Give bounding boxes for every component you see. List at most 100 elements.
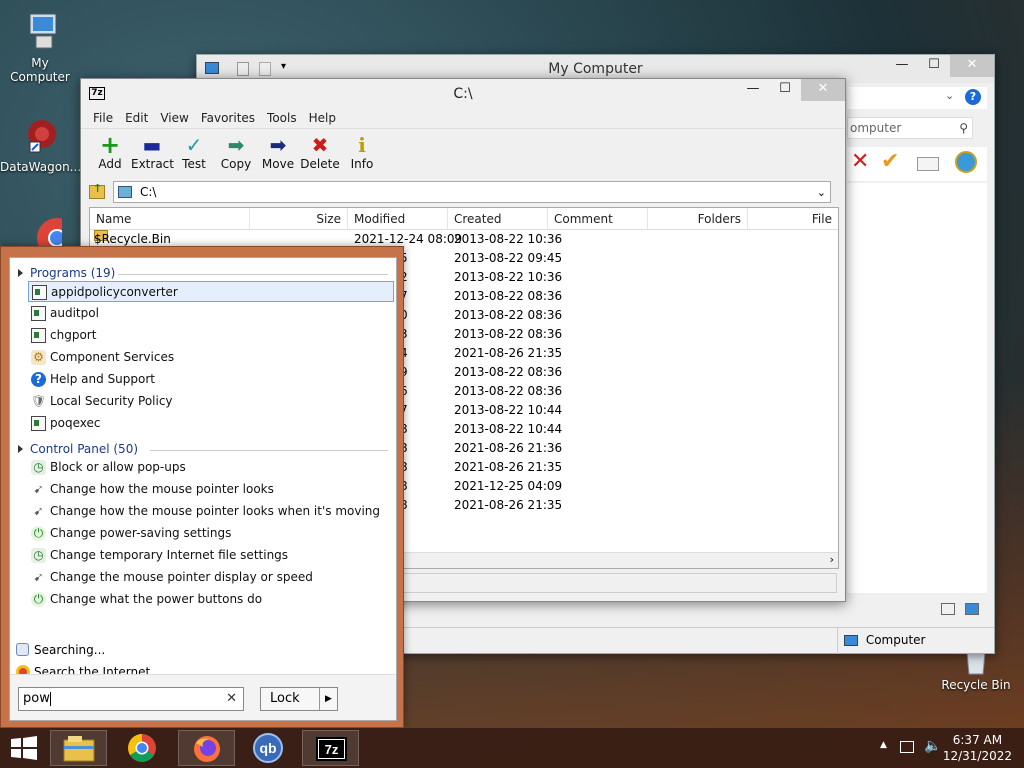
control-panel-result-item[interactable]: ➹ Change the mouse pointer display or spe… [28, 567, 394, 588]
control-panel-result-item[interactable]: ◷ Change temporary Internet file settings [28, 545, 394, 566]
desktop-icon-my-computer[interactable]: My Computer [0, 10, 80, 84]
created-cell: 2021-08-26 21:36 [454, 441, 563, 455]
computer-icon [844, 635, 858, 646]
result-label: appidpolicyconverter [51, 285, 178, 299]
menu-file[interactable]: File [87, 111, 119, 125]
desktop-icon-label: Recycle Bin [941, 678, 1011, 692]
globe-icon[interactable] [955, 151, 977, 173]
program-result-item[interactable]: poqexec [28, 413, 394, 434]
volume-icon[interactable]: 🔈 [924, 738, 941, 754]
status-label: Computer [865, 633, 926, 647]
clock-time: 6:37 AM [952, 733, 1003, 747]
delete-icon: ✖ [311, 133, 329, 157]
chevron-right-icon[interactable]: ▶ [319, 688, 337, 710]
column-name[interactable]: Name [90, 208, 250, 230]
control-panel-group-header[interactable]: Control Panel (50) [18, 442, 388, 456]
delete-icon[interactable]: ✕ [851, 149, 869, 174]
test-button[interactable]: ✓ Test [173, 133, 215, 171]
column-folders[interactable]: Folders [648, 208, 748, 230]
extract-button[interactable]: ▬ Extract [131, 133, 174, 171]
info-icon: i [358, 133, 366, 157]
search-results-panel: Programs (19) appidpolicyconverter auditp… [9, 257, 397, 721]
sevenzip-titlebar[interactable]: 7z C:\ — ☐ ✕ [81, 79, 845, 107]
searching-label: Searching... [34, 643, 106, 657]
menu-view[interactable]: View [154, 111, 194, 125]
control-panel-result-item[interactable]: ➹ Change how the mouse pointer looks [28, 479, 394, 500]
details-view-icon[interactable] [941, 603, 955, 615]
menu-favorites[interactable]: Favorites [195, 111, 261, 125]
column-comment[interactable]: Comment [548, 208, 648, 230]
test-icon: ✓ [185, 133, 203, 157]
chevron-right-icon[interactable]: › [830, 553, 834, 566]
chevron-down-icon[interactable]: ⌄ [817, 186, 826, 199]
taskbar-7zip[interactable]: 7z [302, 730, 359, 766]
programs-group-header[interactable]: Programs (19) [18, 266, 388, 280]
up-folder-icon[interactable]: ↑ [89, 182, 105, 199]
program-result-item[interactable]: ⚙ Component Services [28, 347, 394, 368]
search-input[interactable]: pow ✕ [18, 687, 244, 711]
info-label: Info [350, 157, 374, 171]
start-menu[interactable]: Programs (19) appidpolicyconverter auditp… [0, 246, 404, 728]
program-result-item[interactable]: appidpolicyconverter [28, 281, 394, 302]
column-size[interactable]: Size [250, 208, 348, 230]
control-panel-result-item[interactable]: ⏻ Change what the power buttons do [28, 589, 394, 610]
network-icon[interactable] [900, 741, 914, 753]
chrome-icon [128, 734, 156, 762]
search-icon[interactable]: ⚲ [959, 118, 968, 138]
taskbar-file-explorer[interactable] [50, 730, 107, 766]
column-created[interactable]: Created [448, 208, 548, 230]
control-panel-result-item[interactable]: ◷ Block or allow pop-ups [28, 457, 394, 478]
maximize-button[interactable]: ☐ [918, 55, 950, 77]
minimize-button[interactable]: — [886, 55, 918, 77]
column-modified[interactable]: Modified [348, 208, 448, 230]
created-cell: 2013-08-22 08:36 [454, 327, 563, 341]
address-bar: ↑ C:\ ⌄ [81, 179, 845, 205]
info-button[interactable]: i Info [341, 133, 383, 171]
taskbar-chrome[interactable] [114, 730, 171, 766]
minimize-button[interactable]: — [737, 79, 769, 101]
move-button[interactable]: ➡ Move [257, 133, 299, 171]
add-button[interactable]: + Add [89, 133, 131, 171]
program-result-item[interactable]: ? Help and Support [28, 369, 394, 390]
created-cell: 2013-08-22 10:44 [454, 403, 563, 417]
checkmark-icon[interactable]: ✔ [881, 149, 899, 174]
clear-search-icon[interactable]: ✕ [226, 688, 237, 710]
menu-tools[interactable]: Tools [261, 111, 303, 125]
taskbar-qbittorrent[interactable]: qb [240, 730, 297, 766]
address-input[interactable]: C:\ ⌄ [113, 181, 831, 203]
control-panel-result-item[interactable]: ➹ Change how the mouse pointer looks when… [28, 501, 394, 522]
show-hidden-icons-icon[interactable]: ▲ [880, 740, 887, 750]
file-explorer-icon [63, 736, 95, 762]
column-files[interactable]: File [748, 208, 838, 230]
delete-button[interactable]: ✖ Delete [299, 133, 341, 171]
created-cell: 2013-08-22 08:36 [454, 308, 563, 322]
explorer-content[interactable] [847, 183, 987, 593]
lock-button[interactable]: Lock ▶ [260, 687, 338, 711]
mouse-icon: ➹ [33, 570, 44, 584]
start-button[interactable] [10, 736, 38, 760]
clock[interactable]: 6:37 AM 12/31/2022 [943, 732, 1012, 764]
close-button[interactable]: ✕ [950, 55, 994, 77]
program-result-item[interactable]: auditpol [28, 303, 394, 324]
program-result-item[interactable]: chgport [28, 325, 394, 346]
created-cell: 2021-08-26 21:35 [454, 460, 563, 474]
search-field[interactable]: omputer ⚲ [847, 117, 973, 139]
close-button[interactable]: ✕ [801, 79, 845, 101]
taskbar-firefox[interactable] [178, 730, 235, 766]
mouse-icon: ➹ [33, 504, 44, 518]
extract-icon: ▬ [142, 133, 162, 157]
menu-edit[interactable]: Edit [119, 111, 154, 125]
control-panel-result-item[interactable]: ⏻ Change power-saving settings [28, 523, 394, 544]
copy-button[interactable]: ➡ Copy [215, 133, 257, 171]
address-dropdown[interactable]: ⌄ ? [847, 87, 987, 109]
menu-help[interactable]: Help [303, 111, 342, 125]
help-icon[interactable]: ? [965, 89, 981, 105]
desktop-icon-datawagon[interactable]: DataWagon... [0, 114, 81, 174]
searching-item[interactable]: Searching... [16, 640, 105, 660]
large-icons-view-icon[interactable] [964, 603, 979, 615]
created-cell: 2021-12-25 04:09 [454, 479, 563, 493]
program-result-item[interactable]: 🛡 Local Security Policy [28, 391, 394, 412]
expand-arrow-icon [18, 269, 23, 277]
maximize-button[interactable]: ☐ [769, 79, 801, 101]
properties-icon[interactable] [917, 157, 939, 171]
